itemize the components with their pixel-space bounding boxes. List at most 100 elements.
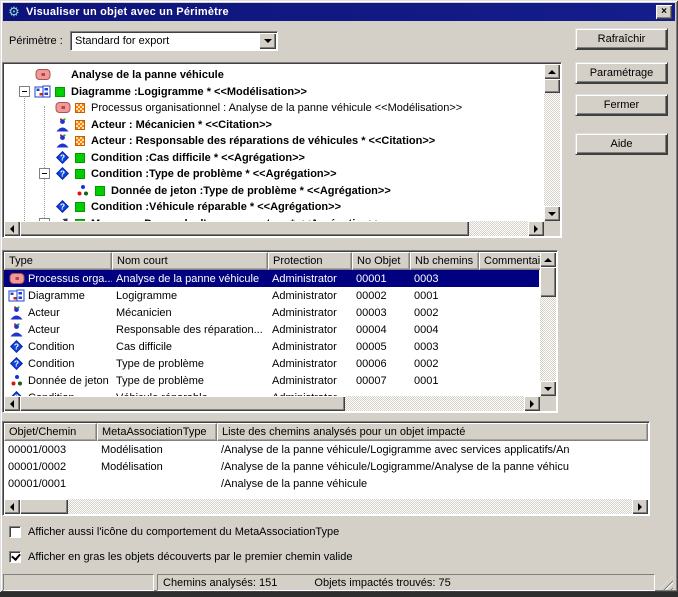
column-header[interactable]: Type [4, 252, 112, 270]
table-cell: Donnée de jeton [4, 372, 112, 389]
column-header[interactable]: Nb chemins [410, 252, 479, 270]
title-bar[interactable]: ⚙ Visualiser un objet avec un Périmètre … [3, 3, 675, 21]
scroll-up-icon[interactable] [540, 252, 556, 267]
table-cell: Logigramme [112, 287, 268, 304]
chevron-down-icon[interactable] [259, 33, 276, 49]
tree-hscroll-thumb[interactable] [20, 221, 469, 236]
tree-vscroll-thumb[interactable] [544, 79, 560, 93]
paths-hscroll-thumb[interactable] [20, 499, 68, 514]
table-cell: 00005 [352, 338, 410, 355]
table-cell: /Analyse de la panne véhicule/Logigramme… [217, 458, 647, 475]
condition-icon: ? [54, 199, 71, 214]
table-row[interactable]: DiagrammeLogigrammeAdministrator00002000… [4, 287, 539, 304]
table-row[interactable]: Donnée de jetonType de problèmeAdministr… [4, 372, 539, 389]
table-cell: Administrator [268, 304, 352, 321]
table-row[interactable]: 00001/0001/Analyse de la panne véhicule [4, 475, 647, 492]
actor-icon [54, 133, 71, 148]
svg-text:?: ? [60, 202, 65, 212]
tree-vertical-scrollbar[interactable] [544, 64, 560, 221]
refresh-button[interactable]: Rafraîchir [575, 28, 668, 50]
table-row[interactable]: 00001/0003Modélisation/Analyse de la pan… [4, 441, 647, 458]
tree-horizontal-scrollbar[interactable] [4, 221, 544, 236]
tree-item[interactable]: Processus organisationnel : Analyse de l… [5, 99, 543, 116]
scroll-left-icon[interactable] [4, 499, 20, 514]
tree-item[interactable]: Analyse de la panne véhicule [5, 66, 543, 83]
tree-item-label: Acteur : Mécanicien * <<Citation>> [91, 119, 272, 131]
table-cell [352, 389, 410, 396]
table-cell: Modélisation [97, 441, 217, 458]
column-header[interactable]: MetaAssociationType [97, 423, 217, 441]
scroll-down-icon[interactable] [544, 206, 560, 221]
actor-icon [54, 117, 71, 132]
table-cell: Mécanicien [112, 304, 268, 321]
tree-item[interactable]: Diagramme :Logigramme * <<Modélisation>> [5, 83, 543, 100]
green-badge-icon [75, 153, 85, 163]
column-header[interactable]: Commentaire [479, 252, 543, 270]
scroll-right-icon[interactable] [524, 396, 540, 411]
table-cell: 0002 [410, 304, 479, 321]
table-cell [97, 475, 217, 492]
tree-item[interactable]: Acteur : Mécanicien * <<Citation>> [5, 116, 543, 133]
scroll-down-icon[interactable] [540, 381, 556, 396]
objects-table-header: TypeNom courtProtectionNo ObjetNb chemin… [4, 252, 543, 270]
table-cell [479, 338, 539, 355]
table-row[interactable]: Processus orga...Analyse de la panne véh… [4, 270, 539, 287]
column-header[interactable]: Protection [268, 252, 352, 270]
table-cell: Administrator [268, 355, 352, 372]
table-row[interactable]: ?ConditionType de problèmeAdministrator0… [4, 355, 539, 372]
scroll-up-icon[interactable] [544, 64, 560, 79]
table-cell: Véhicule réparable [112, 389, 268, 396]
tree-item-label: Processus organisationnel : Analyse de l… [91, 102, 462, 114]
tree-item[interactable]: ?Condition :Type de problème * <<Agrégat… [5, 165, 543, 182]
table-row[interactable]: ?ConditionCas difficileAdministrator0000… [4, 338, 539, 355]
scroll-left-icon[interactable] [4, 221, 20, 236]
resize-grip[interactable] [659, 576, 673, 590]
status-pane-counts: Chemins analysés: 151 Objets impactés tr… [157, 574, 655, 591]
table-cell: Administrator [268, 389, 352, 396]
objects-hscroll-thumb[interactable] [20, 396, 345, 411]
tree-item[interactable]: ?Condition :Véhicule réparable * <<Agrég… [5, 198, 543, 215]
objects-vertical-scrollbar[interactable] [540, 252, 556, 396]
paths-horizontal-scrollbar[interactable] [4, 499, 648, 514]
expand-collapse-icon[interactable] [39, 168, 50, 179]
column-header[interactable]: Liste des chemins analysés pour un objet… [217, 423, 648, 441]
column-header[interactable]: Objet/Chemin [4, 423, 97, 441]
orange-badge-icon [75, 103, 85, 113]
diagram-icon [34, 84, 51, 99]
column-header[interactable]: Nom court [112, 252, 268, 270]
close-icon[interactable]: × [656, 5, 672, 19]
tree-item[interactable]: Donnée de jeton :Type de problème * <<Ag… [5, 182, 543, 199]
table-row[interactable]: ?ConditionVéhicule réparableAdministrato… [4, 389, 539, 396]
settings-button[interactable]: Paramétrage [575, 62, 668, 84]
token-icon [8, 373, 25, 388]
bold-discovered-objects-checkbox[interactable] [9, 551, 21, 563]
close-button[interactable]: Fermer [575, 94, 668, 116]
table-cell: 00007 [352, 372, 410, 389]
tree-item-label: Diagramme :Logigramme * <<Modélisation>> [71, 86, 307, 98]
condition-icon: ? [54, 150, 71, 165]
show-behavior-icon-checkbox[interactable] [9, 526, 21, 538]
table-cell: 0004 [410, 321, 479, 338]
scroll-right-icon[interactable] [528, 221, 544, 236]
help-button[interactable]: Aide [575, 133, 668, 155]
table-row[interactable]: ActeurMécanicienAdministrator000030002 [4, 304, 539, 321]
column-header[interactable]: No Objet [352, 252, 410, 270]
tree-item[interactable]: ?Condition :Cas difficile * <<Agrégation… [5, 149, 543, 166]
scroll-left-icon[interactable] [4, 396, 20, 411]
tree-item-label: Acteur : Responsable des réparations de … [91, 135, 435, 147]
tree-item[interactable]: Acteur : Responsable des réparations de … [5, 132, 543, 149]
scrollbar-corner [544, 221, 560, 236]
objects-horizontal-scrollbar[interactable] [4, 396, 540, 411]
table-cell: 0003 [410, 270, 479, 287]
table-row[interactable]: ActeurResponsable des réparation...Admin… [4, 321, 539, 338]
table-cell [410, 389, 479, 396]
table-cell: ?Condition [4, 389, 112, 396]
perimeter-combobox[interactable]: Standard for export [70, 31, 278, 51]
expand-collapse-icon[interactable] [19, 86, 30, 97]
objects-vscroll-thumb[interactable] [540, 267, 556, 297]
impact-tree: Analyse de la panne véhicule Diagramme :L… [5, 64, 543, 221]
table-row[interactable]: 00001/0002Modélisation/Analyse de la pan… [4, 458, 647, 475]
scroll-right-icon[interactable] [632, 499, 648, 514]
table-cell: Administrator [268, 321, 352, 338]
analyzed-paths-table-panel: Objet/CheminMetaAssociationTypeListe des… [2, 421, 650, 516]
